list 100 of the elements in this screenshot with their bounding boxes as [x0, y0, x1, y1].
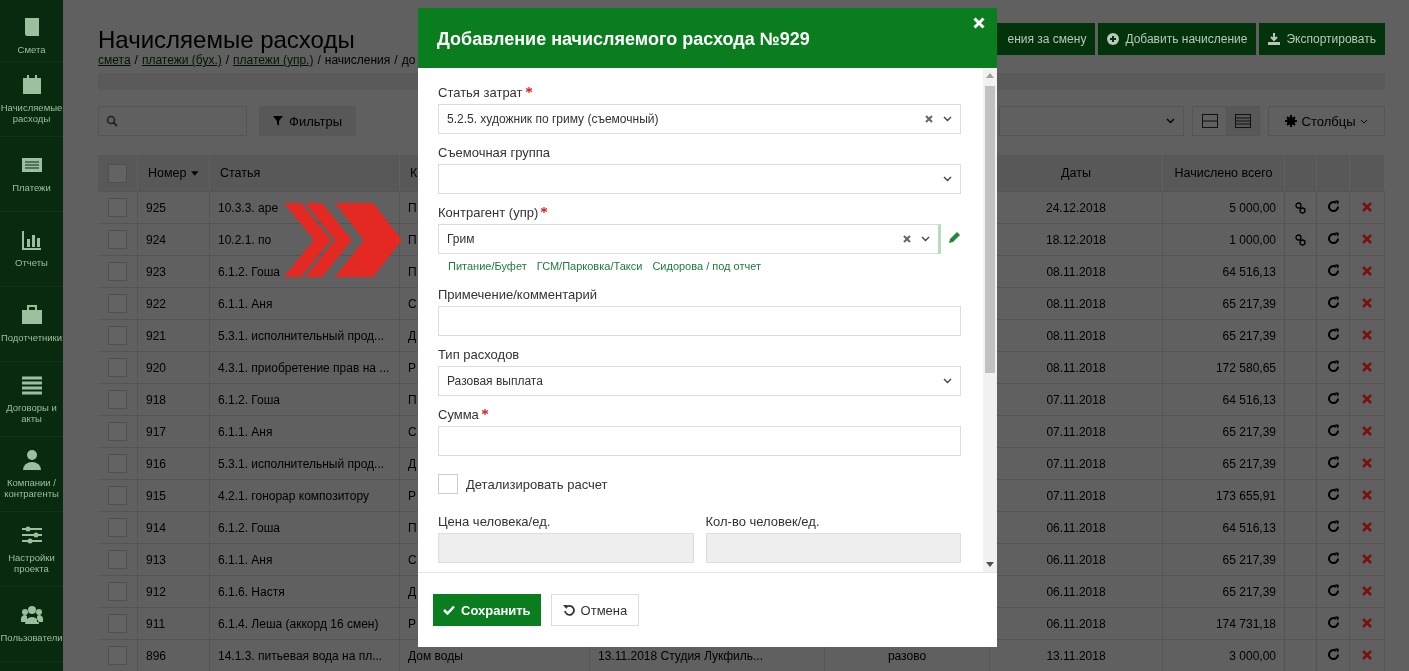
chevron-down-icon [943, 176, 952, 182]
cancel-button[interactable]: Отмена [550, 594, 640, 626]
table-cell: П [408, 232, 417, 247]
table-cell: Дом воды [408, 648, 463, 663]
table-cell: 5.3.1. исполнительный прод... [218, 456, 385, 471]
select-field[interactable]: 5.2.5. художник по гриму (съемочный) [438, 104, 961, 134]
scrollbar[interactable] [983, 68, 997, 572]
action-button[interactable]: Экспортировать [1259, 23, 1385, 55]
close-icon [1362, 425, 1372, 436]
refresh-icon [1326, 359, 1340, 373]
close-icon [1362, 233, 1372, 244]
field-value: 5.2.5. художник по гриму (съемочный) [447, 112, 659, 126]
search-field[interactable] [98, 106, 247, 136]
required-icon [481, 409, 488, 415]
table-cell: 64 516,13 [1222, 392, 1276, 407]
refresh-icon [1326, 519, 1340, 533]
refresh-icon [1326, 455, 1340, 469]
page-title: Начисляемые расходы [98, 27, 356, 53]
table-cell: 08.11.2018 [1046, 360, 1106, 375]
close-icon [1362, 553, 1372, 564]
table-cell: разово [887, 648, 927, 663]
table-cell: 07.11.2018 [1046, 424, 1106, 439]
table-cell: С [408, 552, 417, 567]
checkbox-label: Детализировать расчет [466, 476, 608, 492]
input-field[interactable] [438, 426, 961, 456]
table-cell: 06.11.2018 [1046, 584, 1106, 599]
action-button[interactable]: Добавить начисление [1098, 23, 1257, 55]
chevron-down-icon [943, 116, 952, 122]
table-cell: 07.11.2018 [1046, 392, 1106, 407]
table-cell: 14.1.3. питьевая вода на пл... [218, 648, 383, 663]
close-button[interactable] [973, 17, 987, 31]
chevron-down-icon [943, 378, 952, 384]
suggestion-link[interactable]: Питание/Буфет [448, 260, 527, 276]
sidebar-item[interactable]: Договоры и акты [0, 362, 63, 437]
table-cell: 915 [146, 488, 167, 503]
breadcrumb-separator: / [394, 53, 398, 67]
refresh-icon [1326, 295, 1340, 309]
table-cell: 10.2.1. по [218, 232, 272, 247]
field-label: Примечение/комментарий [438, 287, 597, 302]
table-cell: 6.1.2. Гоша [218, 520, 281, 535]
table-cell: 5.3.1. исполнительный прод... [218, 328, 385, 343]
sidebar-item[interactable]: Отчеты [0, 212, 63, 287]
download-icon [1268, 33, 1281, 45]
table-cell: 06.11.2018 [1046, 552, 1106, 567]
table-cell: 6.1.1. Аня [218, 424, 273, 439]
field-label: Сумма [438, 407, 479, 422]
list-view-icon [1235, 114, 1251, 128]
table-cell: 10.3.3. аре [218, 200, 279, 215]
chevron-down-icon [1166, 118, 1175, 124]
refresh-icon [1326, 231, 1340, 245]
refresh-icon [1326, 487, 1340, 501]
people-icon [20, 604, 43, 627]
suggestion-link[interactable]: ГСМ/Парковка/Такси [536, 260, 643, 276]
table-cell: 65 217,39 [1222, 328, 1276, 343]
table-cell: П [408, 392, 417, 407]
table-cell: 918 [146, 392, 167, 407]
field-label: Кол-во человек/ед. [705, 514, 820, 529]
suggestion-link[interactable]: Сидорова / под отчет [652, 260, 761, 276]
sidebar-item[interactable]: Настройки проекта [0, 512, 63, 587]
sidebar-item[interactable]: Компании / контрагенты [0, 437, 63, 512]
table-cell: 6.1.2. Гоша [218, 264, 281, 279]
table-cell: 924 [146, 232, 167, 247]
sidebar-item[interactable]: Смета [0, 0, 63, 62]
select-field[interactable]: Грим [438, 224, 941, 254]
table-cell: 174 731,18 [1215, 616, 1276, 631]
input-field[interactable] [438, 306, 961, 336]
sort-caret-icon [191, 170, 199, 176]
refresh-icon [1326, 583, 1340, 597]
checkbox[interactable] [438, 474, 458, 494]
table-cell: 13.11.2018 Студия Лукфиль... [598, 648, 764, 663]
table-cell: 925 [146, 200, 167, 215]
table-cell: 65 217,39 [1222, 584, 1276, 599]
search-icon [106, 115, 118, 127]
table-cell: 08.11.2018 [1046, 328, 1106, 343]
sidebar-item[interactable]: Платежи [0, 137, 63, 212]
table-cell: 06.11.2018 [1046, 616, 1106, 631]
table-cell: Р [408, 488, 416, 503]
table-cell: 4.3.1. приобретение прав на ... [218, 360, 390, 375]
view-toggle-button[interactable] [1226, 107, 1259, 135]
field-value: Грим [447, 232, 475, 246]
refresh-icon [1326, 423, 1340, 437]
close-icon [1362, 201, 1372, 212]
refresh-icon [1326, 551, 1340, 565]
table-cell: 6.1.6. Настя [218, 584, 285, 599]
table-cell: Р [408, 616, 416, 631]
gear-icon [1284, 115, 1297, 127]
sidebar-item[interactable]: Подотчетники [0, 287, 63, 362]
breadcrumb-text: до [401, 53, 416, 67]
field-value: Разовая выплата [447, 374, 543, 388]
table-cell: 65 217,39 [1222, 552, 1276, 567]
table-cell: 911 [146, 616, 166, 631]
sidebar-item[interactable]: Начисляемые расходы [0, 62, 63, 137]
sidebar-item[interactable]: Пользователи [0, 587, 63, 662]
save-button[interactable]: Сохранить [433, 594, 541, 626]
close-icon [1362, 265, 1372, 276]
close-icon [1362, 393, 1372, 404]
scroll-up-icon [986, 73, 994, 78]
table-cell: 1 000,00 [1229, 232, 1276, 247]
select-field[interactable]: Разовая выплата [438, 366, 961, 396]
select-field[interactable] [999, 106, 1184, 136]
